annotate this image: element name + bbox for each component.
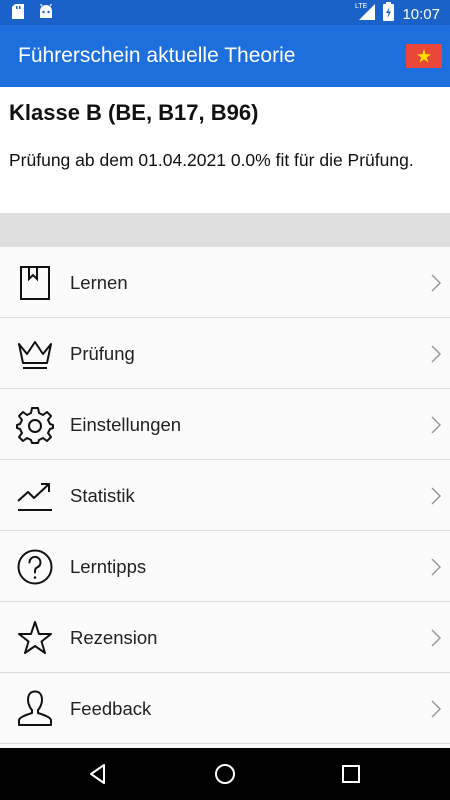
signal-icon xyxy=(359,3,376,26)
class-title: Klasse B (BE, B17, B96) xyxy=(9,100,259,125)
menu-item-einstellungen[interactable]: Einstellungen xyxy=(0,389,450,460)
chevron-right-icon xyxy=(431,558,442,576)
chevron-right-icon xyxy=(431,700,442,718)
class-header: Klasse B (BE, B17, B96) Prüfung ab dem 0… xyxy=(0,87,450,213)
chevron-right-icon xyxy=(431,416,442,434)
chevron-right-icon xyxy=(431,345,442,363)
trend-chart-icon xyxy=(16,477,54,515)
app-title: Führerschein aktuelle Theorie xyxy=(18,44,296,67)
menu-item-label: Lerntipps xyxy=(70,556,147,577)
recents-icon[interactable] xyxy=(339,762,363,786)
menu-item-statistik[interactable]: Statistik xyxy=(0,460,450,531)
vietnam-flag-icon[interactable] xyxy=(406,44,442,68)
main-menu: Lernen Prüfung Einstellungen Statistik L… xyxy=(0,247,450,744)
menu-item-lernen[interactable]: Lernen xyxy=(0,247,450,318)
chevron-right-icon xyxy=(431,274,442,292)
menu-item-label: Feedback xyxy=(70,698,152,719)
section-divider xyxy=(0,213,450,247)
book-icon xyxy=(16,264,54,302)
menu-item-rezension[interactable]: Rezension xyxy=(0,602,450,673)
gear-icon xyxy=(16,406,54,444)
menu-item-label: Rezension xyxy=(70,627,158,648)
menu-item-pruefung[interactable]: Prüfung xyxy=(0,318,450,389)
back-icon[interactable] xyxy=(86,762,110,786)
android-icon xyxy=(38,3,54,24)
person-icon xyxy=(16,690,54,728)
battery-charging-icon xyxy=(383,2,395,26)
crown-icon xyxy=(16,335,54,373)
menu-item-label: Einstellungen xyxy=(70,414,182,435)
chevron-right-icon xyxy=(431,629,442,647)
status-bar: LTE 10:07 xyxy=(0,0,450,25)
star-icon xyxy=(16,619,54,657)
menu-item-label: Prüfung xyxy=(70,343,135,364)
sd-card-icon xyxy=(12,4,24,24)
home-icon[interactable] xyxy=(213,762,237,786)
app-bar: Führerschein aktuelle Theorie xyxy=(0,25,450,87)
menu-item-lerntipps[interactable]: Lerntipps xyxy=(0,531,450,602)
exam-info: Prüfung ab dem 01.04.2021 0.0% fit für d… xyxy=(9,150,414,170)
menu-item-feedback[interactable]: Feedback xyxy=(0,673,450,744)
chevron-right-icon xyxy=(431,487,442,505)
menu-item-label: Statistik xyxy=(70,485,135,506)
navigation-bar xyxy=(0,748,450,800)
question-icon xyxy=(16,548,54,586)
status-time: 10:07 xyxy=(402,5,440,23)
menu-item-label: Lernen xyxy=(70,272,128,293)
